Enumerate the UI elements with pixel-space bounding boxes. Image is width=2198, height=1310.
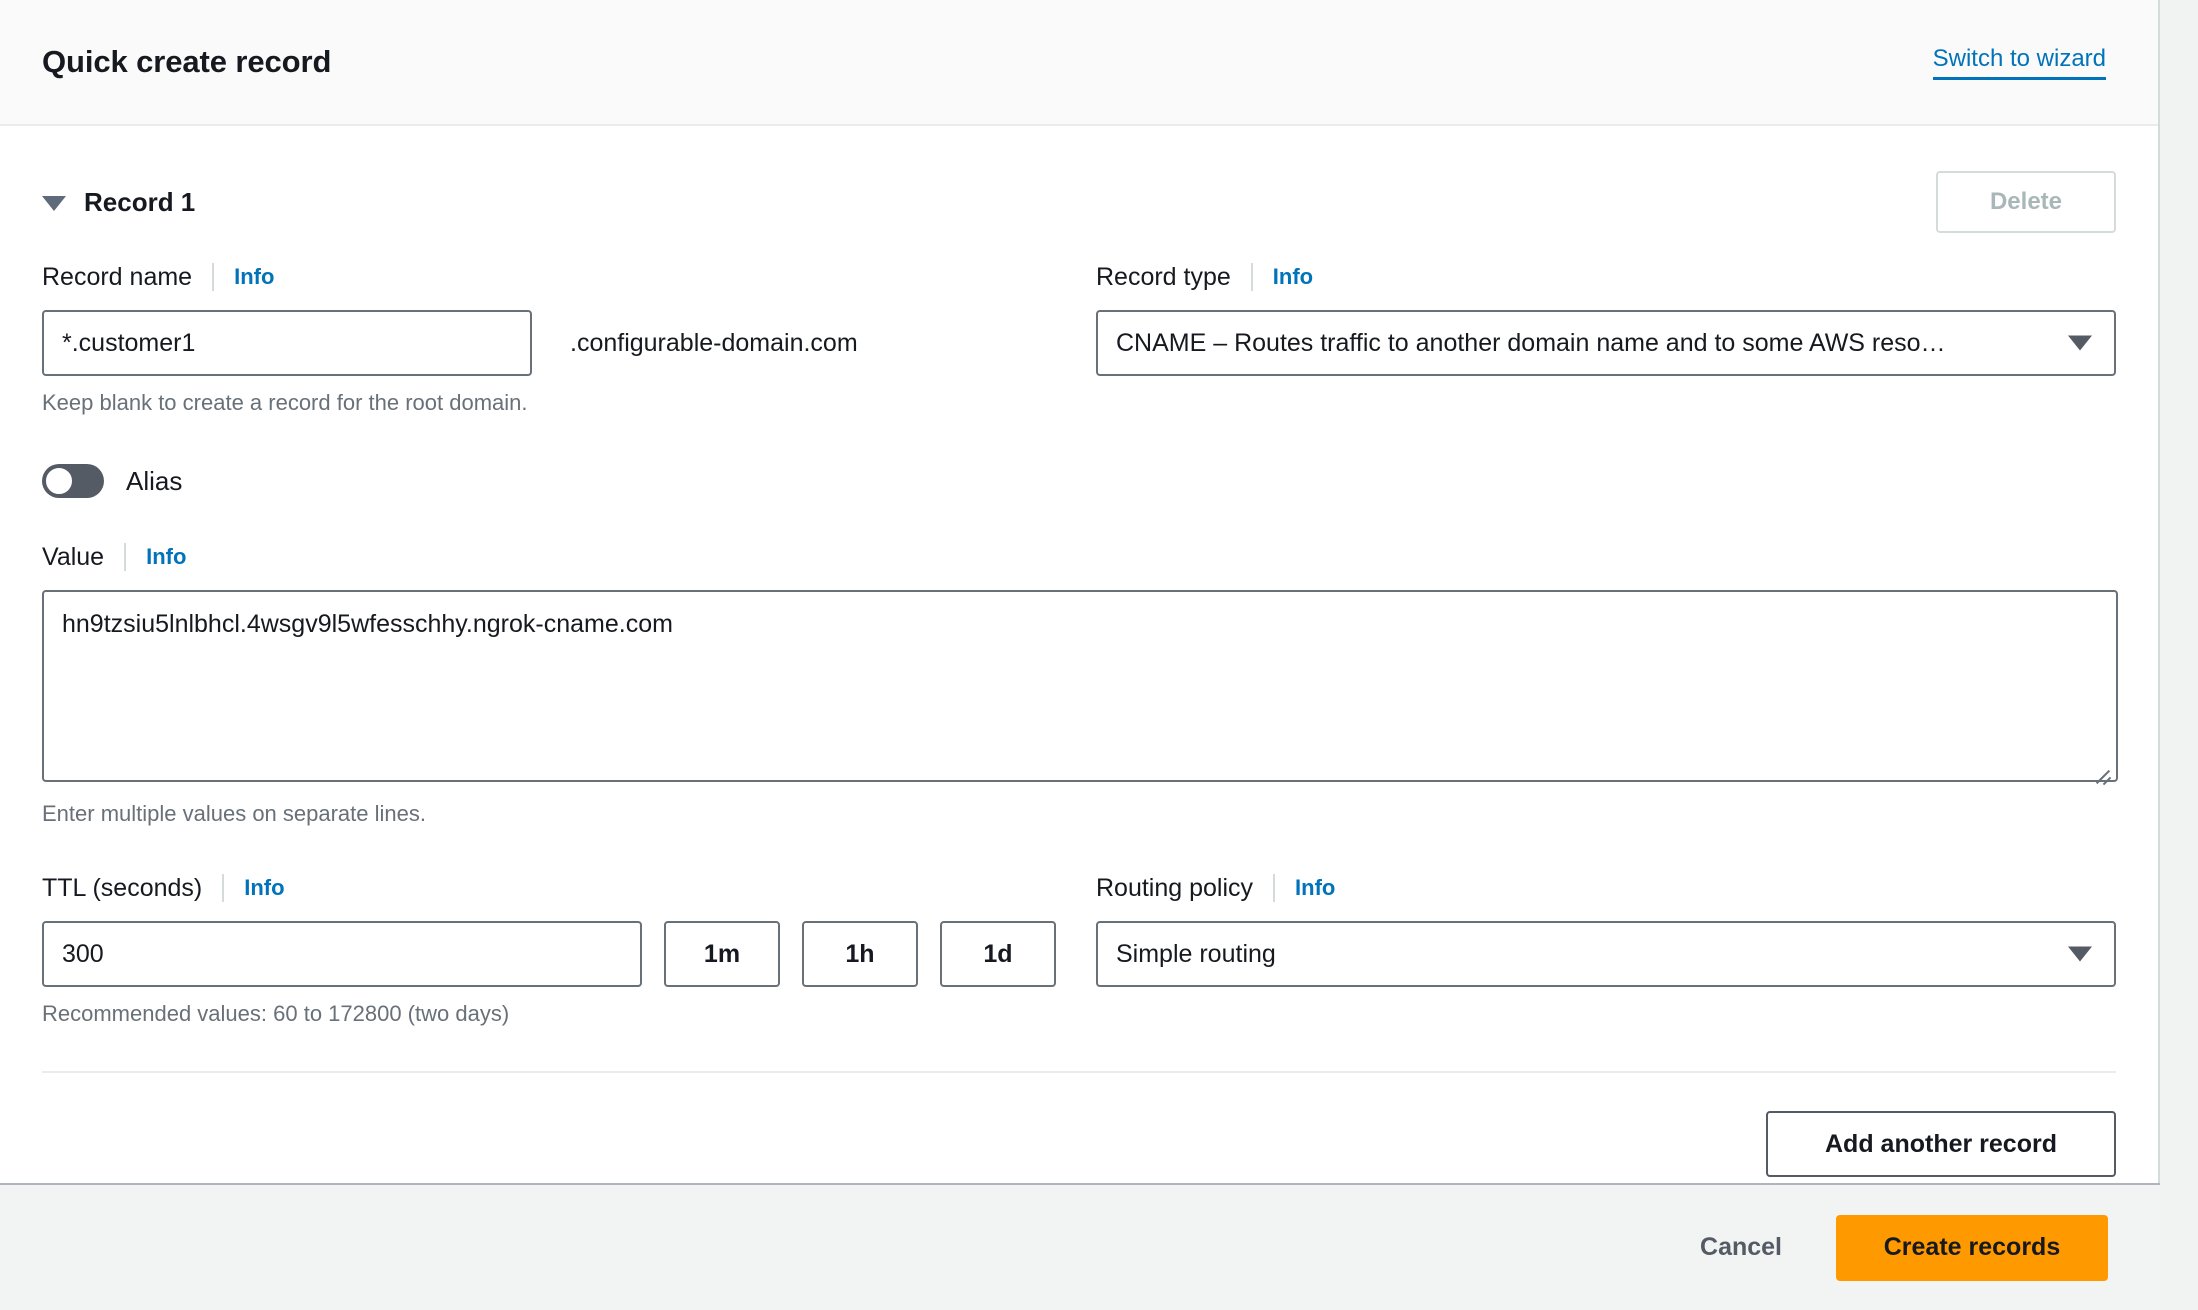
routing-policy-select[interactable]: Simple routing [1096, 921, 2116, 987]
routing-policy-selected-value: Simple routing [1116, 939, 1276, 968]
value-info-link[interactable]: Info [146, 544, 186, 570]
ttl-group: TTL (seconds) Info 1m 1h 1d Recommended … [42, 871, 1096, 1027]
ttl-info-link[interactable]: Info [244, 875, 284, 901]
ttl-preset-1d-button[interactable]: 1d [940, 921, 1056, 987]
alias-toggle-row[interactable]: Alias [42, 464, 2116, 498]
quick-create-record-page: Quick create record Switch to wizard Rec… [0, 0, 2198, 1310]
record-1-section: Record 1 Delete Record name Info *.custo… [0, 126, 2158, 1073]
record-name-label-row: Record name Info [42, 260, 1096, 294]
alias-label: Alias [126, 465, 183, 496]
value-textarea[interactable] [42, 590, 2118, 782]
record-type-select[interactable]: CNAME – Routes traffic to another domain… [1096, 310, 2116, 376]
value-label-row: Value Info [42, 540, 2116, 574]
create-records-button[interactable]: Create records [1836, 1214, 2108, 1281]
label-divider [222, 874, 225, 902]
record-toggle-group[interactable]: Record 1 [42, 187, 195, 218]
ttl-hint: Recommended values: 60 to 172800 (two da… [42, 1001, 510, 1026]
routing-policy-group: Routing policy Info Simple routing [1096, 871, 2116, 1027]
alias-toggle-knob [44, 466, 74, 496]
chevron-down-icon[interactable] [42, 196, 66, 211]
record-name-input-row: .configurable-domain.com [42, 310, 1096, 376]
record-name-hint: Keep blank to create a record for the ro… [42, 390, 528, 415]
chevron-down-icon [2068, 335, 2092, 351]
label-divider [1273, 874, 1276, 902]
routing-policy-info-link[interactable]: Info [1295, 875, 1335, 901]
cancel-button[interactable]: Cancel [1682, 1219, 1800, 1276]
value-label: Value [42, 542, 105, 571]
ttl-and-routing-row: TTL (seconds) Info 1m 1h 1d Recommended … [42, 871, 2116, 1027]
ttl-label-row: TTL (seconds) Info [42, 871, 1096, 905]
record-type-selected-value: CNAME – Routes traffic to another domain… [1116, 328, 1946, 357]
ttl-input-row: 1m 1h 1d [42, 921, 1096, 987]
ttl-preset-1h-button[interactable]: 1h [802, 921, 918, 987]
alias-toggle[interactable] [42, 464, 104, 498]
value-group: Value Info Enter multiple values on sepa… [42, 540, 2118, 827]
record-panel: Quick create record Switch to wizard Rec… [0, 0, 2160, 1310]
record-type-label-row: Record type Info [1096, 260, 2116, 294]
value-textarea-wrap [42, 590, 2118, 787]
chevron-down-icon [2068, 946, 2092, 962]
routing-policy-label: Routing policy [1096, 873, 1254, 902]
record-name-info-link[interactable]: Info [234, 264, 274, 290]
ttl-preset-1m-button[interactable]: 1m [664, 921, 780, 987]
name-and-type-row: Record name Info .configurable-domain.co… [42, 260, 2116, 416]
record-type-info-link[interactable]: Info [1273, 264, 1313, 290]
page-scrollbar[interactable] [2160, 0, 2198, 1310]
label-divider [212, 263, 215, 291]
domain-suffix-label: .configurable-domain.com [570, 328, 858, 357]
record-name-group: Record name Info .configurable-domain.co… [42, 260, 1096, 416]
panel-footer: Cancel Create records [0, 1183, 2160, 1310]
add-record-row: Add another record [0, 1073, 2158, 1177]
panel-header: Quick create record Switch to wizard [0, 0, 2158, 126]
value-hint: Enter multiple values on separate lines. [42, 801, 426, 826]
record-label: Record 1 [84, 186, 196, 217]
switch-to-wizard-link[interactable]: Switch to wizard [1932, 45, 2106, 80]
page-title: Quick create record [42, 44, 332, 79]
record-name-label: Record name [42, 262, 193, 291]
add-another-record-button[interactable]: Add another record [1766, 1111, 2116, 1177]
record-type-group: Record type Info CNAME – Routes traffic … [1096, 260, 2116, 416]
label-divider [1250, 263, 1253, 291]
panel-body: Record 1 Delete Record name Info *.custo… [0, 126, 2158, 1310]
label-divider [124, 543, 127, 571]
record-header-row: Record 1 Delete [42, 170, 2116, 234]
delete-record-button[interactable]: Delete [1936, 171, 2116, 233]
record-name-input[interactable] [42, 310, 532, 376]
routing-policy-label-row: Routing policy Info [1096, 871, 2116, 905]
ttl-input[interactable] [42, 921, 642, 987]
ttl-label: TTL (seconds) [42, 873, 203, 902]
record-type-label: Record type [1096, 262, 1231, 291]
